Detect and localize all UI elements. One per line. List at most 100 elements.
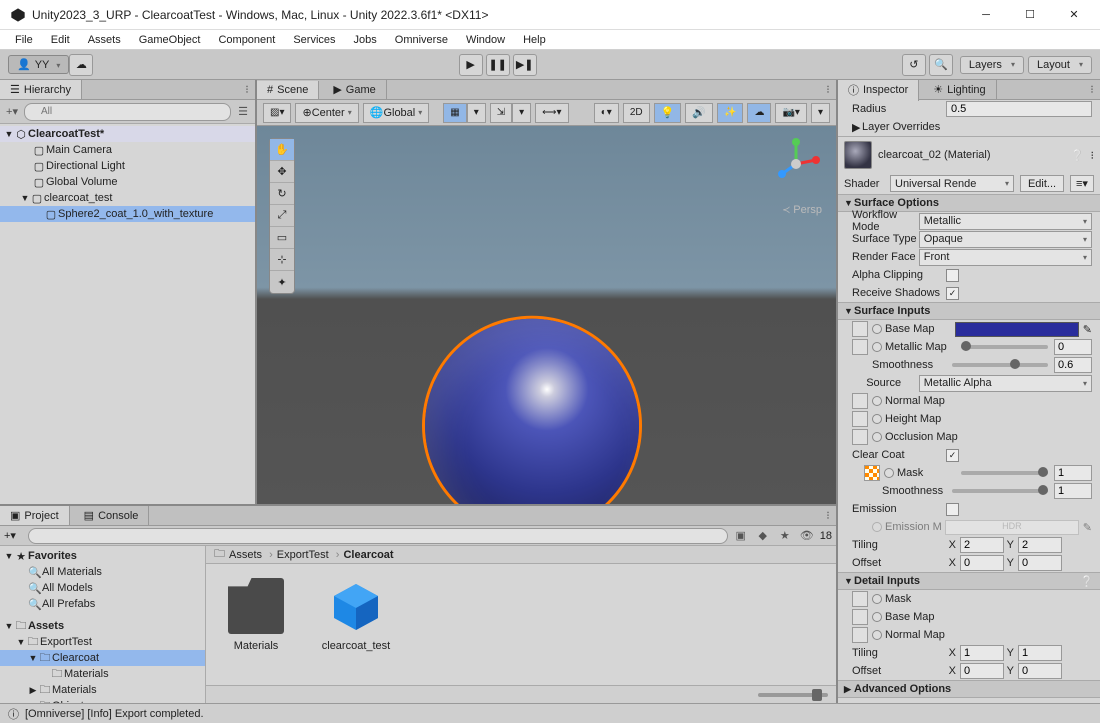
- fx-toggle[interactable]: ✨: [717, 103, 743, 123]
- shader-edit-button[interactable]: Edit...: [1020, 175, 1064, 192]
- shading-dropdown[interactable]: ◐▾: [594, 103, 619, 123]
- clearcoat-checkbox[interactable]: ✓: [946, 449, 959, 462]
- 2d-toggle[interactable]: 2D: [623, 103, 650, 123]
- fav-item[interactable]: 🔍All Models: [0, 580, 205, 596]
- layout-dropdown[interactable]: Layout: [1028, 56, 1092, 74]
- help-icon[interactable]: ❔: [1071, 149, 1085, 162]
- hierarchy-lock-icon[interactable]: ⁝: [239, 82, 255, 98]
- hierarchy-filter-icon[interactable]: ☰: [235, 104, 251, 120]
- increment-snap-dropdown[interactable]: ▾: [512, 103, 531, 123]
- hierarchy-item[interactable]: ▢Directional Light: [0, 158, 255, 174]
- surfacetype-dropdown[interactable]: Opaque: [919, 231, 1092, 248]
- draw-mode-dropdown[interactable]: ▨▾: [263, 103, 291, 123]
- camera-settings[interactable]: 📷▾: [775, 103, 806, 123]
- tree-item-selected[interactable]: ▼🗀Clearcoat: [0, 650, 205, 666]
- menu-services[interactable]: Services: [284, 32, 344, 48]
- maximize-button[interactable]: ☐: [1008, 1, 1052, 29]
- space-toggle[interactable]: 🌐Global: [363, 103, 430, 123]
- basemap-texslot[interactable]: [852, 321, 868, 337]
- ccmask-value[interactable]: [1054, 465, 1092, 481]
- hierarchy-search[interactable]: [24, 103, 231, 121]
- menu-help[interactable]: Help: [514, 32, 555, 48]
- project-tab[interactable]: ▣Project: [0, 506, 70, 525]
- detail-offset-y[interactable]: [1018, 663, 1062, 679]
- ccmask-texslot[interactable]: [864, 465, 880, 481]
- crumb[interactable]: Assets: [229, 549, 273, 561]
- section-advanced[interactable]: ▶Advanced Options: [838, 680, 1100, 698]
- basemap-color[interactable]: [955, 322, 1079, 337]
- transform-tool[interactable]: ⊹: [270, 249, 294, 271]
- tree-item[interactable]: ▶🗀Materials: [0, 682, 205, 698]
- scene-tab-menu[interactable]: ⁝: [820, 82, 836, 98]
- cloud-button[interactable]: ☁: [69, 54, 93, 76]
- skybox-toggle[interactable]: ☁: [747, 103, 771, 123]
- lighting-toggle[interactable]: 💡: [654, 103, 682, 123]
- menu-edit[interactable]: Edit: [42, 32, 79, 48]
- hierarchy-item[interactable]: ▢Global Volume: [0, 174, 255, 190]
- shader-more-button[interactable]: ≡▾: [1070, 175, 1094, 192]
- section-surface-inputs[interactable]: ▼Surface Inputs: [838, 302, 1100, 320]
- rect-tool[interactable]: ▭: [270, 227, 294, 249]
- search-by-label-icon[interactable]: ◆: [754, 529, 772, 542]
- persp-label[interactable]: ≺ Persp: [782, 204, 822, 216]
- menu-file[interactable]: File: [6, 32, 42, 48]
- project-add-button[interactable]: +▾: [4, 529, 24, 542]
- ccsmooth-value[interactable]: [1054, 483, 1092, 499]
- search-button[interactable]: 🔍: [929, 54, 953, 76]
- radius-field[interactable]: [946, 101, 1092, 117]
- scene-row[interactable]: ▼⬡ ClearcoatTest*: [0, 126, 255, 142]
- preset-icon[interactable]: ⁝: [1091, 149, 1095, 162]
- menu-assets[interactable]: Assets: [79, 32, 130, 48]
- custom-tool[interactable]: ✦: [270, 271, 294, 293]
- gizmos-dropdown[interactable]: ▾: [811, 103, 830, 123]
- project-lock[interactable]: ⁝: [820, 508, 836, 524]
- asset-folder[interactable]: Materials: [220, 578, 292, 652]
- crumb[interactable]: Clearcoat: [343, 549, 397, 561]
- height-texslot[interactable]: [852, 411, 868, 427]
- crumb[interactable]: ExportTest: [277, 549, 340, 561]
- receive-shadows-checkbox[interactable]: ✓: [946, 287, 959, 300]
- layers-dropdown[interactable]: Layers: [960, 56, 1024, 74]
- shader-dropdown[interactable]: Universal Rende: [890, 175, 1014, 192]
- project-search[interactable]: [28, 528, 728, 544]
- play-button[interactable]: ▶: [459, 54, 483, 76]
- favorites-header[interactable]: ▼★Favorites: [0, 548, 205, 564]
- grid-snap-button[interactable]: ▦: [443, 103, 466, 123]
- inspector-tab[interactable]: ⓘInspector: [838, 80, 919, 101]
- grid-snap-dropdown[interactable]: ▾: [467, 103, 486, 123]
- detail-tiling-y[interactable]: [1018, 645, 1062, 661]
- detail-tiling-x[interactable]: [960, 645, 1004, 661]
- account-dropdown[interactable]: 👤 YY: [8, 55, 69, 74]
- occlusion-texslot[interactable]: [852, 429, 868, 445]
- minimize-button[interactable]: ─: [964, 1, 1008, 29]
- alpha-clip-checkbox[interactable]: [946, 269, 959, 282]
- metallic-picker-icon[interactable]: [872, 342, 882, 352]
- smoothness-value[interactable]: [1054, 357, 1092, 373]
- offset-y[interactable]: [1018, 555, 1062, 571]
- fav-item[interactable]: 🔍All Materials: [0, 564, 205, 580]
- increment-snap-button[interactable]: ⇲: [490, 103, 512, 123]
- status-message[interactable]: [Omniverse] [Info] Export completed.: [25, 708, 204, 720]
- metallic-slider[interactable]: [961, 345, 1048, 349]
- renderface-dropdown[interactable]: Front: [919, 249, 1092, 266]
- hand-tool[interactable]: ✋: [270, 139, 294, 161]
- ccmask-slider[interactable]: [961, 471, 1048, 475]
- menu-gameobject[interactable]: GameObject: [130, 32, 210, 48]
- menu-jobs[interactable]: Jobs: [345, 32, 386, 48]
- search-by-type-icon[interactable]: ▣: [732, 529, 750, 542]
- workflow-dropdown[interactable]: Metallic: [919, 213, 1092, 230]
- inspector-lock[interactable]: ⁝: [1084, 82, 1100, 98]
- hierarchy-add-button[interactable]: +▾: [4, 104, 20, 120]
- hidden-packages-icon[interactable]: 👁: [798, 529, 816, 542]
- offset-x[interactable]: [960, 555, 1004, 571]
- tree-item[interactable]: ▼🗀ExportTest: [0, 634, 205, 650]
- basemap-picker-icon[interactable]: [872, 324, 882, 334]
- selected-sphere[interactable]: [425, 318, 639, 532]
- metallic-value[interactable]: [1054, 339, 1092, 355]
- eyedropper-icon[interactable]: ✎: [1083, 323, 1092, 336]
- hierarchy-item[interactable]: ▢Main Camera: [0, 142, 255, 158]
- material-header[interactable]: clearcoat_02 (Material) ❔ ⁝: [838, 136, 1100, 173]
- hierarchy-tab[interactable]: ☰ Hierarchy: [0, 80, 82, 99]
- audio-toggle[interactable]: 🔊: [685, 103, 713, 123]
- menu-omniverse[interactable]: Omniverse: [386, 32, 457, 48]
